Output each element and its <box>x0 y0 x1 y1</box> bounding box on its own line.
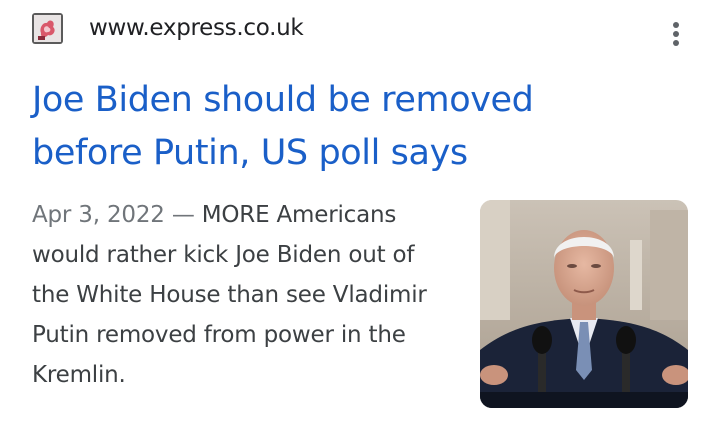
more-vert-icon <box>673 22 679 28</box>
result-date: Apr 3, 2022 <box>32 202 165 228</box>
site-url[interactable]: www.express.co.uk <box>89 15 304 41</box>
more-options-button[interactable] <box>664 17 688 51</box>
result-title-link[interactable]: Joe Biden should be removed before Putin… <box>32 74 632 180</box>
more-vert-icon-dot <box>673 31 679 37</box>
date-separator: — <box>164 202 202 228</box>
source-row: www.express.co.uk <box>32 13 712 46</box>
news-photo-thumbnail <box>480 200 688 408</box>
more-vert-icon-dot <box>673 40 679 46</box>
search-result-card: www.express.co.uk Joe Biden should be re… <box>0 0 719 424</box>
snippet-text: MORE Americans would rather kick Joe Bid… <box>32 202 427 388</box>
result-snippet: Apr 3, 2022 — MORE Americans would rathe… <box>32 195 452 395</box>
express-favicon-icon <box>32 13 63 44</box>
result-thumbnail[interactable] <box>480 200 688 408</box>
